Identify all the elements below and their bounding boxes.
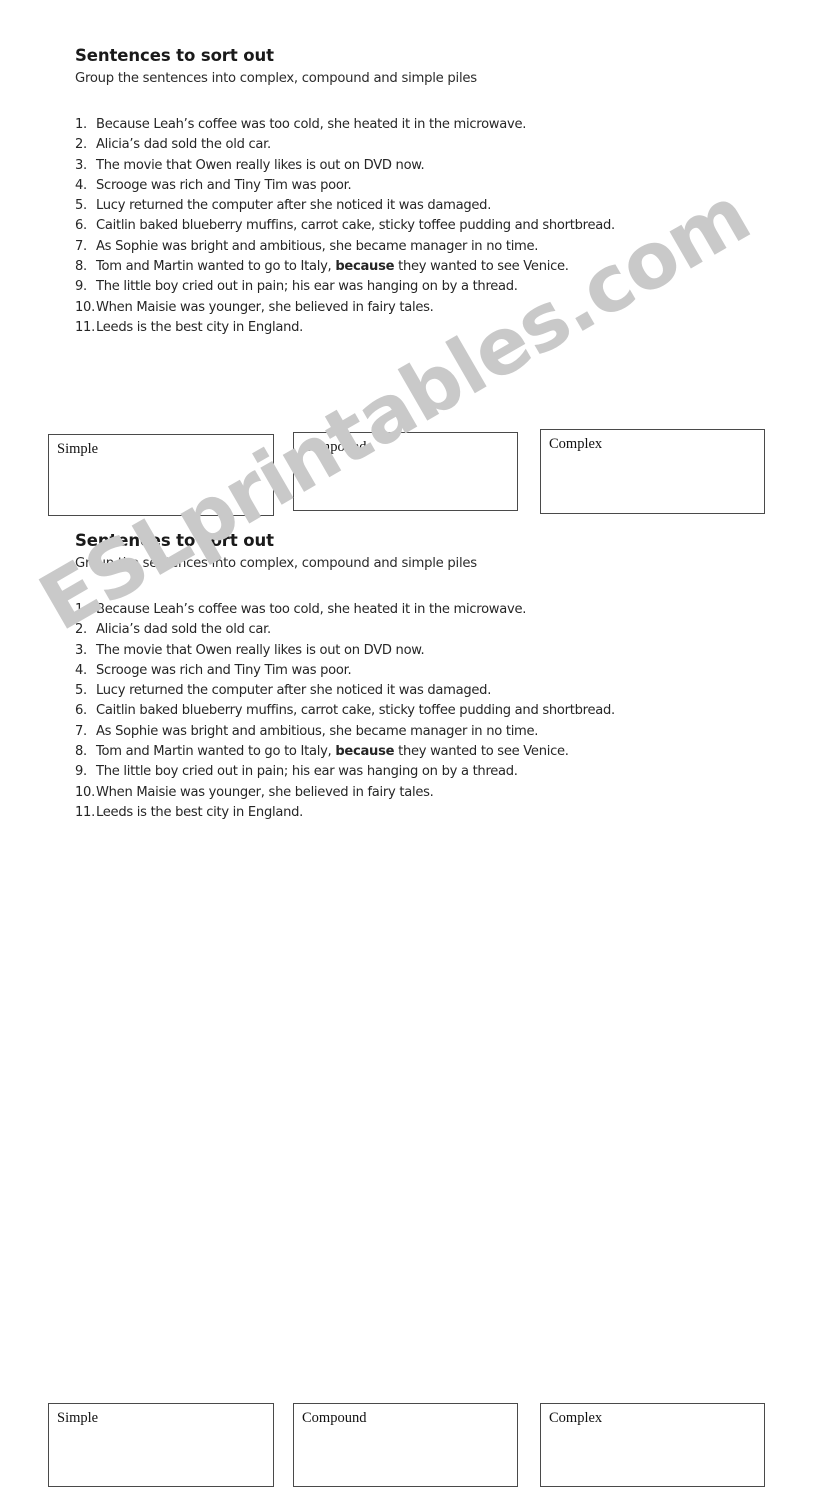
list-item-text: Lucy returned the computer after she not… [96, 683, 492, 699]
list-item-number: 7. [75, 723, 87, 739]
category-box-compound[interactable]: Compound [293, 1403, 518, 1487]
category-box-label: Simple [57, 1410, 99, 1426]
list-item-number: 1. [75, 117, 87, 132]
category-box-label: Complex [549, 436, 603, 452]
list-item-number: 9. [75, 764, 87, 780]
category-box-simple[interactable]: Simple [48, 1403, 274, 1487]
sentence-list-1: 1. Because Leah’s coffee was too cold, s… [75, 117, 775, 340]
category-box-simple[interactable]: Simple [48, 434, 274, 516]
list-item: 7. As Sophie was bright and ambitious, s… [75, 239, 775, 259]
list-item-text: Because Leah’s coffee was too cold, she … [96, 117, 527, 132]
list-item-text: As Sophie was bright and ambitious, she … [96, 238, 539, 254]
list-item-text: Alicia’s dad sold the old car. [96, 622, 271, 638]
list-item: 9. The little boy cried out in pain; his… [75, 279, 775, 299]
list-item-text: Caitlin baked blueberry muffins, carrot … [96, 218, 615, 234]
category-box-complex[interactable]: Complex [540, 429, 765, 514]
list-item-text: The movie that Owen really likes is out … [96, 642, 425, 658]
list-item-text: Because Leah’s coffee was too cold, she … [96, 602, 527, 617]
list-item-text: Tom and Martin wanted to go to Italy, be… [96, 744, 569, 760]
list-item-number: 9. [75, 279, 87, 295]
page-title: Sentences to sort out [75, 46, 274, 65]
category-box-label: Compound [302, 1410, 367, 1426]
list-item-number: 8. [75, 744, 87, 760]
list-item-number: 3. [75, 642, 87, 658]
list-item-text: Tom and Martin wanted to go to Italy, be… [96, 259, 569, 275]
list-item-text: Lucy returned the computer after she not… [96, 198, 492, 214]
list-item: 1. Because Leah’s coffee was too cold, s… [75, 602, 775, 622]
category-box-label: Simple [57, 441, 99, 457]
category-box-compound[interactable]: Compound [293, 432, 518, 511]
list-item: 2. Alicia’s dad sold the old car. [75, 137, 775, 157]
list-item-text: Leeds is the best city in England. [96, 319, 304, 335]
list-item-number: 1. [75, 602, 87, 617]
list-item: 5. Lucy returned the computer after she … [75, 683, 775, 703]
list-item: 7. As Sophie was bright and ambitious, s… [75, 724, 775, 744]
list-item: 5. Lucy returned the computer after she … [75, 198, 775, 218]
list-item: 8. Tom and Martin wanted to go to Italy,… [75, 744, 775, 764]
page-subtitle: Group the sentences into complex, compou… [75, 71, 477, 86]
list-item: 6. Caitlin baked blueberry muffins, carr… [75, 218, 775, 238]
list-item-number: 8. [75, 259, 87, 275]
list-item: 4. Scrooge was rich and Tiny Tim was poo… [75, 663, 775, 683]
list-item-number: 2. [75, 137, 87, 153]
list-item-number: 6. [75, 703, 87, 719]
sentence-list-2: 1. Because Leah’s coffee was too cold, s… [75, 602, 775, 825]
category-box-label: Compound [302, 439, 367, 455]
list-item-number: 10. [75, 299, 95, 315]
list-item-number: 11. [75, 804, 95, 820]
list-item: 3. The movie that Owen really likes is o… [75, 158, 775, 178]
list-item-text: The little boy cried out in pain; his ea… [96, 764, 518, 780]
list-item: 3. The movie that Owen really likes is o… [75, 643, 775, 663]
list-item: 2. Alicia’s dad sold the old car. [75, 622, 775, 642]
list-item-number: 11. [75, 319, 95, 335]
list-item-number: 10. [75, 784, 95, 800]
list-item: 10. When Maisie was younger, she believe… [75, 785, 775, 805]
list-item-text: Scrooge was rich and Tiny Tim was poor. [96, 662, 352, 678]
list-item-text: When Maisie was younger, she believed in… [96, 784, 434, 800]
list-item-number: 3. [75, 157, 87, 173]
list-item-text: When Maisie was younger, she believed in… [96, 299, 434, 315]
list-item-number: 2. [75, 622, 87, 638]
list-item: 10. When Maisie was younger, she believe… [75, 300, 775, 320]
list-item: 11. Leeds is the best city in England. [75, 320, 775, 340]
list-item: 4. Scrooge was rich and Tiny Tim was poo… [75, 178, 775, 198]
list-item: 6. Caitlin baked blueberry muffins, carr… [75, 703, 775, 723]
category-box-complex[interactable]: Complex [540, 1403, 765, 1487]
list-item-number: 4. [75, 177, 87, 193]
list-item-number: 5. [75, 198, 87, 214]
list-item-text: Scrooge was rich and Tiny Tim was poor. [96, 177, 352, 193]
list-item-text: Caitlin baked blueberry muffins, carrot … [96, 703, 615, 719]
list-item-text: The little boy cried out in pain; his ea… [96, 279, 518, 295]
list-item-number: 7. [75, 238, 87, 254]
list-item: 9. The little boy cried out in pain; his… [75, 764, 775, 784]
page-subtitle: Group the sentences into complex, compou… [75, 556, 477, 571]
list-item-text: Leeds is the best city in England. [96, 804, 304, 820]
page-title: Sentences to sort out [75, 531, 274, 550]
list-item-number: 6. [75, 218, 87, 234]
list-item-number: 5. [75, 683, 87, 699]
category-box-label: Complex [549, 1410, 603, 1426]
list-item-text: Alicia’s dad sold the old car. [96, 137, 271, 153]
list-item-text: As Sophie was bright and ambitious, she … [96, 723, 539, 739]
worksheet-page: Sentences to sort out Group the sentence… [0, 0, 821, 1487]
list-item: 1. Because Leah’s coffee was too cold, s… [75, 117, 775, 137]
list-item-number: 4. [75, 662, 87, 678]
list-item-text: The movie that Owen really likes is out … [96, 157, 425, 173]
list-item: 8. Tom and Martin wanted to go to Italy,… [75, 259, 775, 279]
list-item: 11. Leeds is the best city in England. [75, 805, 775, 825]
